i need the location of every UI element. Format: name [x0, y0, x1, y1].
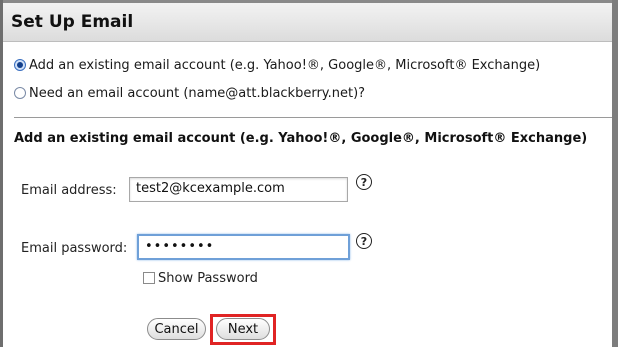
show-password-label: Show Password: [158, 270, 258, 286]
email-password-field[interactable]: ••••••••: [137, 234, 350, 260]
option-new-account[interactable]: Need an email account (name@att.blackber…: [14, 83, 365, 103]
dialog-title-bar: Set Up Email: [3, 3, 612, 42]
next-button-highlight: [210, 314, 276, 345]
window-frame-right: [612, 0, 618, 347]
show-password-checkbox[interactable]: [143, 272, 155, 284]
email-help-icon[interactable]: ?: [356, 174, 372, 190]
radio-existing-account[interactable]: [14, 59, 26, 71]
email-address-label: Email address:: [21, 183, 117, 198]
option-existing-account-label: Add an existing email account (e.g. Yaho…: [29, 57, 541, 73]
email-password-label: Email password:: [21, 241, 128, 256]
window-frame-left: [0, 0, 3, 347]
section-divider: [14, 117, 612, 118]
section-heading: Add an existing email account (e.g. Yaho…: [14, 131, 588, 146]
show-password-toggle[interactable]: Show Password: [143, 270, 258, 286]
dialog-title: Set Up Email: [11, 12, 134, 32]
radio-new-account[interactable]: [14, 87, 26, 99]
option-existing-account[interactable]: Add an existing email account (e.g. Yaho…: [14, 55, 540, 75]
password-help-icon[interactable]: ?: [356, 233, 372, 249]
email-address-field[interactable]: test2@kcexample.com: [129, 177, 348, 202]
option-new-account-label: Need an email account (name@att.blackber…: [29, 85, 366, 101]
cancel-button[interactable]: Cancel: [147, 318, 206, 340]
